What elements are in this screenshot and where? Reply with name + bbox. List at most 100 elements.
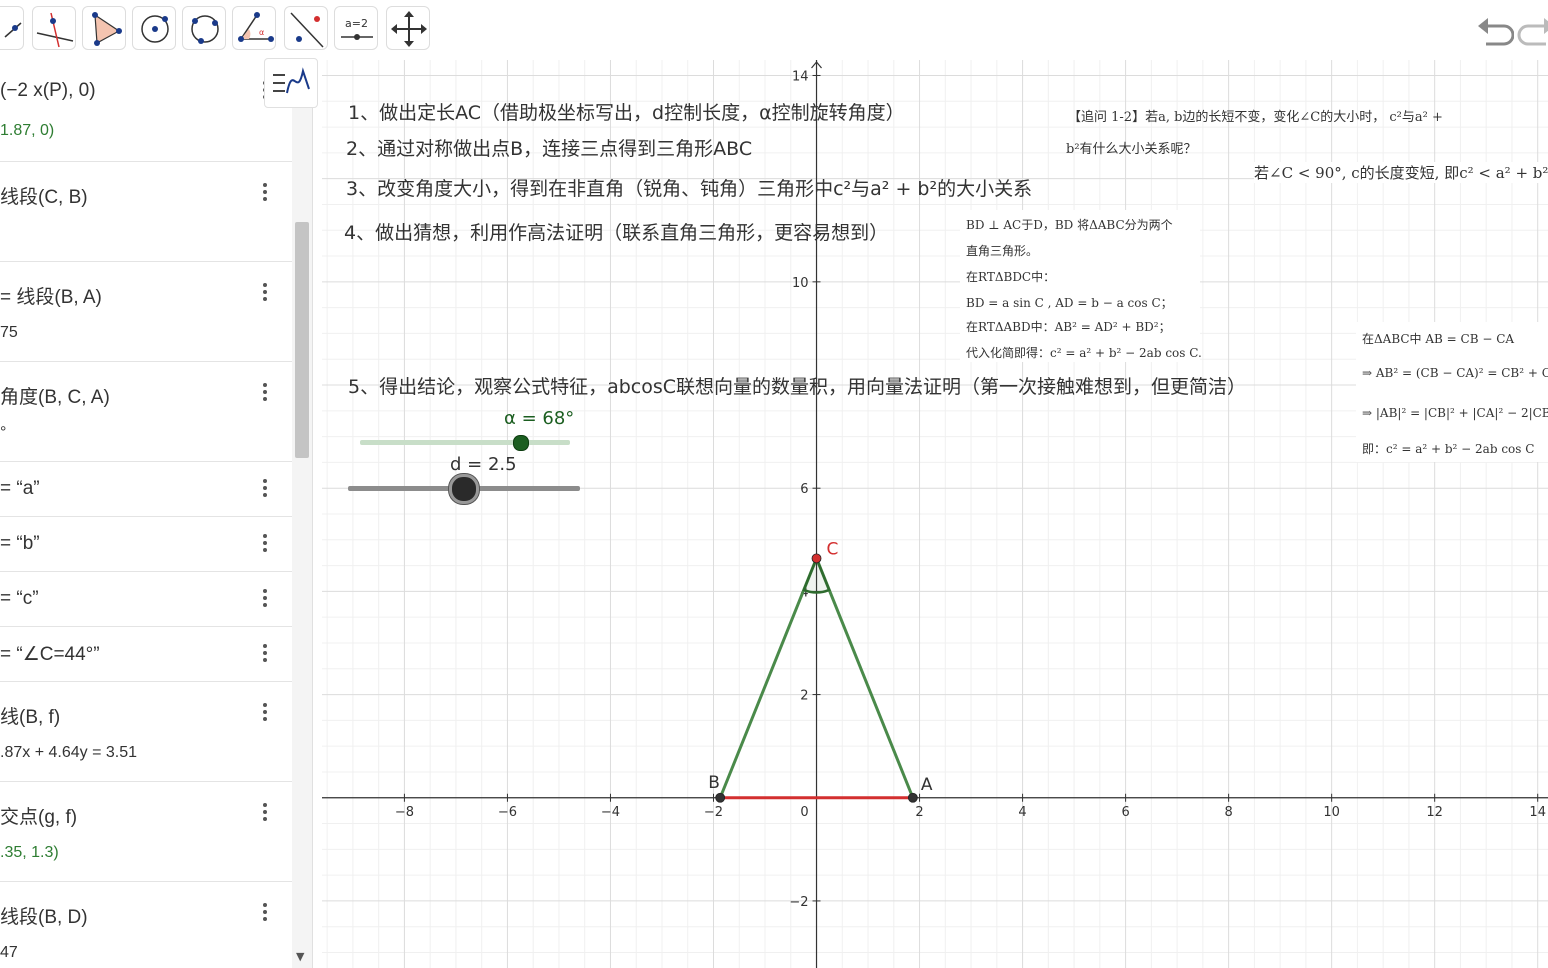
svg-text:a=2: a=2 — [345, 17, 368, 30]
d-slider-label: d = 2.5 — [450, 454, 517, 475]
x-tick-label: −2 — [704, 805, 723, 820]
vector-proof-line: 即：c² = a² + b² − 2ab cos C — [1362, 442, 1535, 456]
algebra-scrollbar-thumb[interactable] — [295, 222, 309, 458]
row-menu-icon[interactable] — [258, 700, 272, 724]
y-tick-label: 10 — [792, 276, 809, 291]
algebra-view: (−2 x(P), 0) 1.87, 0) 线段(C, B) = 线段(B, A) 75… — [0, 60, 313, 968]
step-5-text: 5、得出结论，观察公式特征，abcosC联想向量的数量积，用向量法证明（第一次接… — [348, 376, 1247, 398]
algebra-row[interactable]: = 线段(B, A) 75 — [0, 262, 292, 362]
algebra-row[interactable]: = “∠C=44°” — [0, 627, 292, 682]
x-tick-label: −6 — [498, 805, 517, 820]
tool-move-graphics[interactable] — [0, 6, 24, 50]
circle-three-points-tool-icon — [191, 15, 219, 44]
algebra-row-value: 1.87, 0) — [0, 122, 55, 139]
step-4-text: 4、做出猜想，利用作高法证明（联系直角三角形，更容易想到） — [344, 222, 889, 244]
y-tick-label: 2 — [800, 689, 808, 704]
algebra-row-definition: = “∠C=44°” — [0, 644, 100, 665]
y-tick-label: 14 — [792, 69, 809, 84]
algebra-row[interactable]: 线段(B, D) 47 — [0, 882, 292, 968]
row-menu-icon[interactable] — [258, 531, 272, 555]
height-proof-line: 在RTΔBDC中： — [966, 270, 1056, 284]
algebra-row-value: 47 — [0, 944, 18, 961]
tool-perpendicular-line[interactable] — [32, 6, 76, 50]
redo-icon — [1517, 18, 1548, 46]
algebra-description-icon — [273, 67, 310, 94]
reflect-about-line-tool-icon — [290, 12, 324, 48]
x-tick-label: 6 — [1121, 805, 1129, 820]
tool-circle-three-points[interactable] — [182, 6, 226, 50]
move-graphics-tool-icon — [4, 22, 22, 38]
tool-polygon[interactable] — [82, 6, 126, 50]
row-menu-icon[interactable] — [258, 380, 272, 404]
d-slider-handle[interactable] — [449, 474, 479, 504]
algebra-row-definition: 线段(C, B) — [0, 187, 88, 208]
tool-reflect-about-line[interactable] — [284, 6, 328, 50]
x-tick-label: 2 — [915, 805, 923, 820]
row-menu-icon[interactable] — [258, 800, 272, 824]
move-view-tool-icon — [391, 11, 427, 47]
algebra-row-value: ° — [0, 424, 7, 441]
vector-proof-line: 在ΔABC中 AB = CB − CA — [1362, 332, 1515, 346]
angle-tool-icon: α — [238, 12, 274, 42]
algebra-row-definition: = “c” — [0, 588, 39, 609]
slider-tool-icon: a=2 — [341, 17, 373, 40]
angle-c-arc — [802, 555, 831, 594]
height-proof-line: 直角三角形。 — [966, 244, 1039, 258]
row-menu-icon[interactable] — [258, 586, 272, 610]
point-A — [907, 792, 918, 803]
x-tick-label: −4 — [601, 805, 620, 820]
point-label-A: A — [921, 775, 933, 795]
step-2-text: 2、通过对称做出点B，连接三点得到三角形ABC — [346, 138, 753, 160]
tool-move-view[interactable] — [386, 6, 430, 50]
x-tick-label: 0 — [800, 805, 808, 820]
acute-case-note: 若∠C < 90°, c的长度变短, 即c² < a² + b² — [1254, 162, 1548, 183]
question-note-line-1: 【追问 1-2】若a, b边的长短不变，变化∠C的大小时， c²与a² + — [1068, 110, 1443, 125]
vector-proof-box: 在ΔABC中 AB = CB − CA ⇒ AB² = (CB − CA)² =… — [1356, 322, 1548, 462]
algebra-row-value: 75 — [0, 324, 18, 341]
algebra-view-style-button[interactable] — [264, 58, 318, 108]
algebra-row-definition: 角度(B, C, A) — [0, 387, 110, 408]
redo-button[interactable] — [1516, 10, 1548, 50]
tool-slider[interactable]: a=2 — [334, 6, 378, 50]
algebra-scrollbar[interactable] — [292, 60, 312, 968]
algebra-row[interactable]: 角度(B, C, A) ° — [0, 362, 292, 462]
height-proof-line: 在RTΔABD中：AB² = AD² + BD²； — [966, 320, 1171, 334]
tool-circle-center-point[interactable] — [132, 6, 176, 50]
algebra-row-value: .87x + 4.64y = 3.51 — [0, 744, 137, 761]
alpha-slider-handle[interactable] — [512, 435, 529, 451]
scroll-down-arrow-icon[interactable]: ▼ — [296, 950, 304, 963]
algebra-row[interactable]: = “a” — [0, 462, 292, 517]
algebra-row[interactable]: = “b” — [0, 517, 292, 572]
segment-CA — [815, 557, 915, 799]
alpha-slider-track[interactable] — [360, 440, 570, 445]
segment-CB — [718, 557, 818, 799]
algebra-row[interactable]: 线段(C, B) — [0, 162, 292, 262]
row-menu-icon[interactable] — [258, 280, 272, 304]
undo-button[interactable] — [1474, 10, 1515, 50]
row-menu-icon[interactable] — [258, 641, 272, 665]
polygon-tool-icon — [92, 12, 122, 46]
tool-angle[interactable]: α — [232, 6, 276, 50]
row-menu-icon[interactable] — [258, 476, 272, 500]
algebra-row-definition: 线段(B, D) — [0, 907, 88, 928]
algebra-row-definition: = “a” — [0, 478, 40, 499]
height-proof-box: BD ⊥ AC于D，BD 将ΔABC分为两个 直角三角形。 在RTΔBDC中： … — [960, 210, 1202, 362]
algebra-row-definition: = “b” — [0, 533, 40, 554]
row-menu-icon[interactable] — [258, 180, 272, 204]
question-note-line-2: b²有什么大小关系呢？ — [1066, 142, 1197, 157]
step-3-text: 3、改变角度大小，得到在非直角（锐角、钝角）三角形中c²与a² + b²的大小关… — [346, 178, 1033, 200]
algebra-row[interactable]: = “c” — [0, 572, 292, 627]
height-proof-line: BD ⊥ AC于D，BD 将ΔABC分为两个 — [966, 218, 1173, 232]
x-tick-label: 10 — [1323, 805, 1340, 820]
row-menu-icon[interactable] — [258, 900, 272, 924]
vector-proof-line: ⇒ |AB|² = |CB|² + |CA|² − 2|CB||CA|cos C — [1362, 406, 1548, 420]
algebra-row-definition: 线(B, f) — [0, 707, 61, 728]
x-tick-label: 12 — [1426, 805, 1443, 820]
x-tick-label: −8 — [395, 805, 414, 820]
x-tick-label: 8 — [1224, 805, 1232, 820]
algebra-row[interactable]: 线(B, f) .87x + 4.64y = 3.51 — [0, 682, 292, 782]
algebra-row[interactable]: (−2 x(P), 0) 1.87, 0) — [0, 60, 292, 162]
graphics-view[interactable]: −8 −6 −4 −2 0 2 4 6 8 10 12 14 −2 2 4 6 10 14 A B C 1、做出定长AC… — [322, 60, 1548, 968]
algebra-row[interactable]: 交点(g, f) .35, 1.3) — [0, 782, 292, 882]
point-C — [811, 553, 822, 564]
